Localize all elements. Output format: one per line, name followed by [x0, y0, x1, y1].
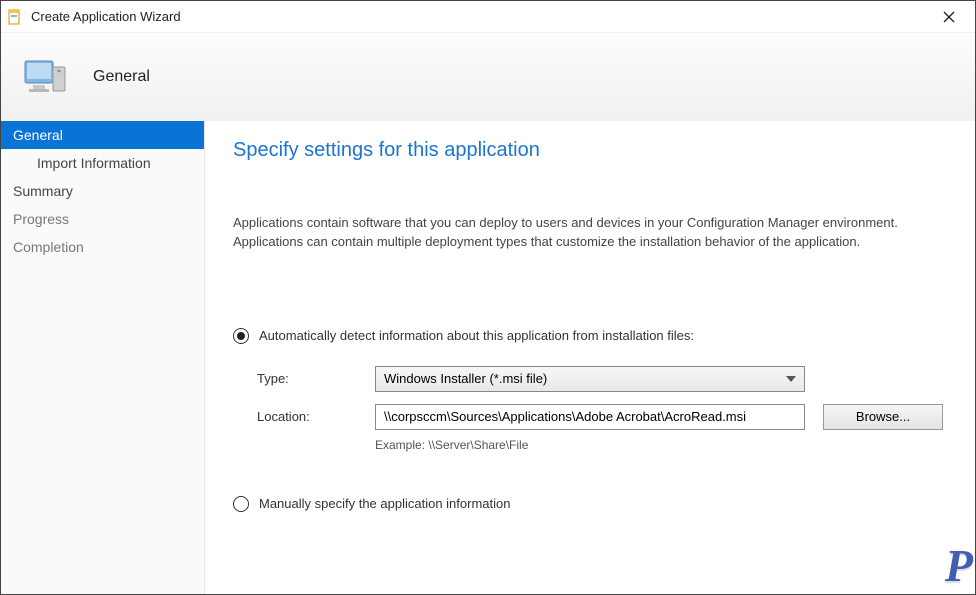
nav-item-summary[interactable]: Summary — [1, 177, 204, 205]
location-example: Example: \\Server\Share\File — [375, 438, 805, 452]
header: General — [1, 33, 975, 121]
nav-item-completion[interactable]: Completion — [1, 233, 204, 261]
nav-item-import-information[interactable]: Import Information — [1, 149, 204, 177]
radio-auto-detect[interactable]: Automatically detect information about t… — [233, 328, 947, 344]
page-title: Specify settings for this application — [233, 139, 947, 162]
browse-button[interactable]: Browse... — [823, 404, 943, 430]
watermark-logo: P — [945, 539, 973, 592]
radio-manual[interactable]: Manually specify the application informa… — [233, 496, 947, 512]
body: General Import Information Summary Progr… — [1, 121, 975, 594]
window: Create Application Wizard General Genera… — [0, 0, 976, 595]
sidebar: General Import Information Summary Progr… — [1, 121, 205, 594]
content: Specify settings for this application Ap… — [205, 121, 975, 594]
location-input-value: \\corpsccm\Sources\Applications\Adobe Ac… — [384, 409, 746, 424]
type-label: Type: — [257, 371, 357, 386]
close-icon — [943, 11, 955, 23]
nav-item-general[interactable]: General — [1, 121, 204, 149]
form-grid: Type: Windows Installer (*.msi file) Loc… — [257, 366, 947, 452]
type-select[interactable]: Windows Installer (*.msi file) — [375, 366, 805, 392]
app-file-icon — [7, 9, 23, 25]
location-input[interactable]: \\corpsccm\Sources\Applications\Adobe Ac… — [375, 404, 805, 430]
type-select-value: Windows Installer (*.msi file) — [384, 371, 547, 386]
header-stage-label: General — [93, 68, 150, 86]
page-description: Applications contain software that you c… — [233, 214, 947, 252]
titlebar: Create Application Wizard — [1, 1, 975, 33]
browse-button-label: Browse... — [856, 409, 910, 424]
radio-manual-label: Manually specify the application informa… — [259, 496, 510, 511]
close-button[interactable] — [929, 3, 969, 31]
location-label: Location: — [257, 409, 357, 424]
radio-manual-input[interactable] — [233, 496, 249, 512]
nav-item-progress[interactable]: Progress — [1, 205, 204, 233]
nav-list: General Import Information Summary Progr… — [1, 121, 204, 261]
radio-auto-detect-label: Automatically detect information about t… — [259, 328, 694, 343]
window-title: Create Application Wizard — [31, 9, 929, 24]
radio-auto-detect-input[interactable] — [233, 328, 249, 344]
wizard-icon — [19, 51, 71, 103]
